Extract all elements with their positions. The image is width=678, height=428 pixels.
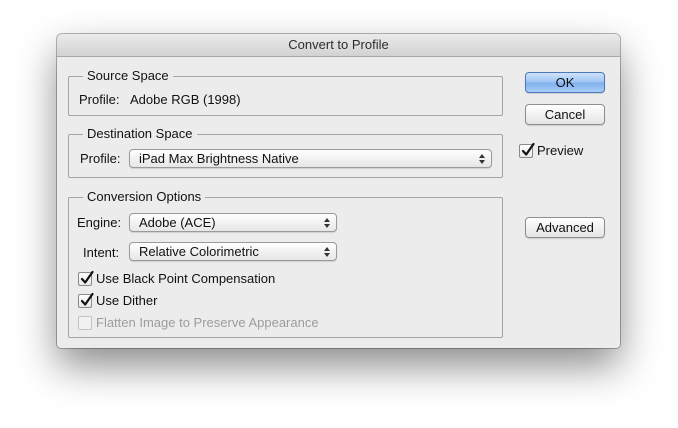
preview-label[interactable]: Preview	[537, 143, 583, 159]
dialog-title: Convert to Profile	[57, 34, 620, 57]
flatten-label[interactable]: Flatten Image to Preserve Appearance	[96, 315, 319, 331]
popup-arrows-icon	[324, 218, 330, 228]
flatten-checkbox[interactable]	[78, 316, 92, 330]
ok-button[interactable]: OK	[525, 72, 605, 93]
checkmark-icon	[80, 270, 94, 284]
preview-checkbox[interactable]	[519, 142, 535, 158]
conversion-options-group: Conversion Options Engine: Adobe (ACE) I…	[68, 189, 503, 338]
engine-select[interactable]: Adobe (ACE)	[129, 213, 337, 232]
intent-value: Relative Colorimetric	[139, 244, 259, 259]
checkmark-icon	[521, 142, 535, 156]
advanced-button[interactable]: Advanced	[525, 217, 605, 238]
intent-label: Intent:	[83, 245, 120, 260]
dither-label[interactable]: Use Dither	[96, 293, 157, 309]
convert-to-profile-dialog: Convert to Profile Source Space Profile:…	[57, 34, 620, 348]
black-point-label[interactable]: Use Black Point Compensation	[96, 271, 275, 287]
checkmark-icon	[80, 292, 94, 306]
destination-profile-value: iPad Max Brightness Native	[139, 151, 299, 166]
engine-label: Engine:	[77, 215, 122, 230]
popup-arrows-icon	[479, 154, 485, 164]
dither-checkbox[interactable]	[78, 292, 94, 308]
conversion-options-legend: Conversion Options	[83, 189, 206, 205]
source-profile-label: Profile:	[79, 92, 120, 107]
destination-space-group: Destination Space Profile: iPad Max Brig…	[68, 126, 503, 178]
intent-select[interactable]: Relative Colorimetric	[129, 242, 337, 261]
black-point-checkbox[interactable]	[78, 270, 94, 286]
engine-value: Adobe (ACE)	[139, 215, 216, 230]
source-space-group: Source Space Profile: Adobe RGB (1998)	[68, 68, 503, 116]
source-space-legend: Source Space	[83, 68, 173, 84]
destination-profile-label: Profile:	[80, 151, 121, 166]
popup-arrows-icon	[324, 247, 330, 257]
source-profile-value: Adobe RGB (1998)	[130, 92, 241, 107]
destination-space-legend: Destination Space	[83, 126, 197, 142]
destination-profile-select[interactable]: iPad Max Brightness Native	[129, 149, 492, 168]
cancel-button[interactable]: Cancel	[525, 104, 605, 125]
